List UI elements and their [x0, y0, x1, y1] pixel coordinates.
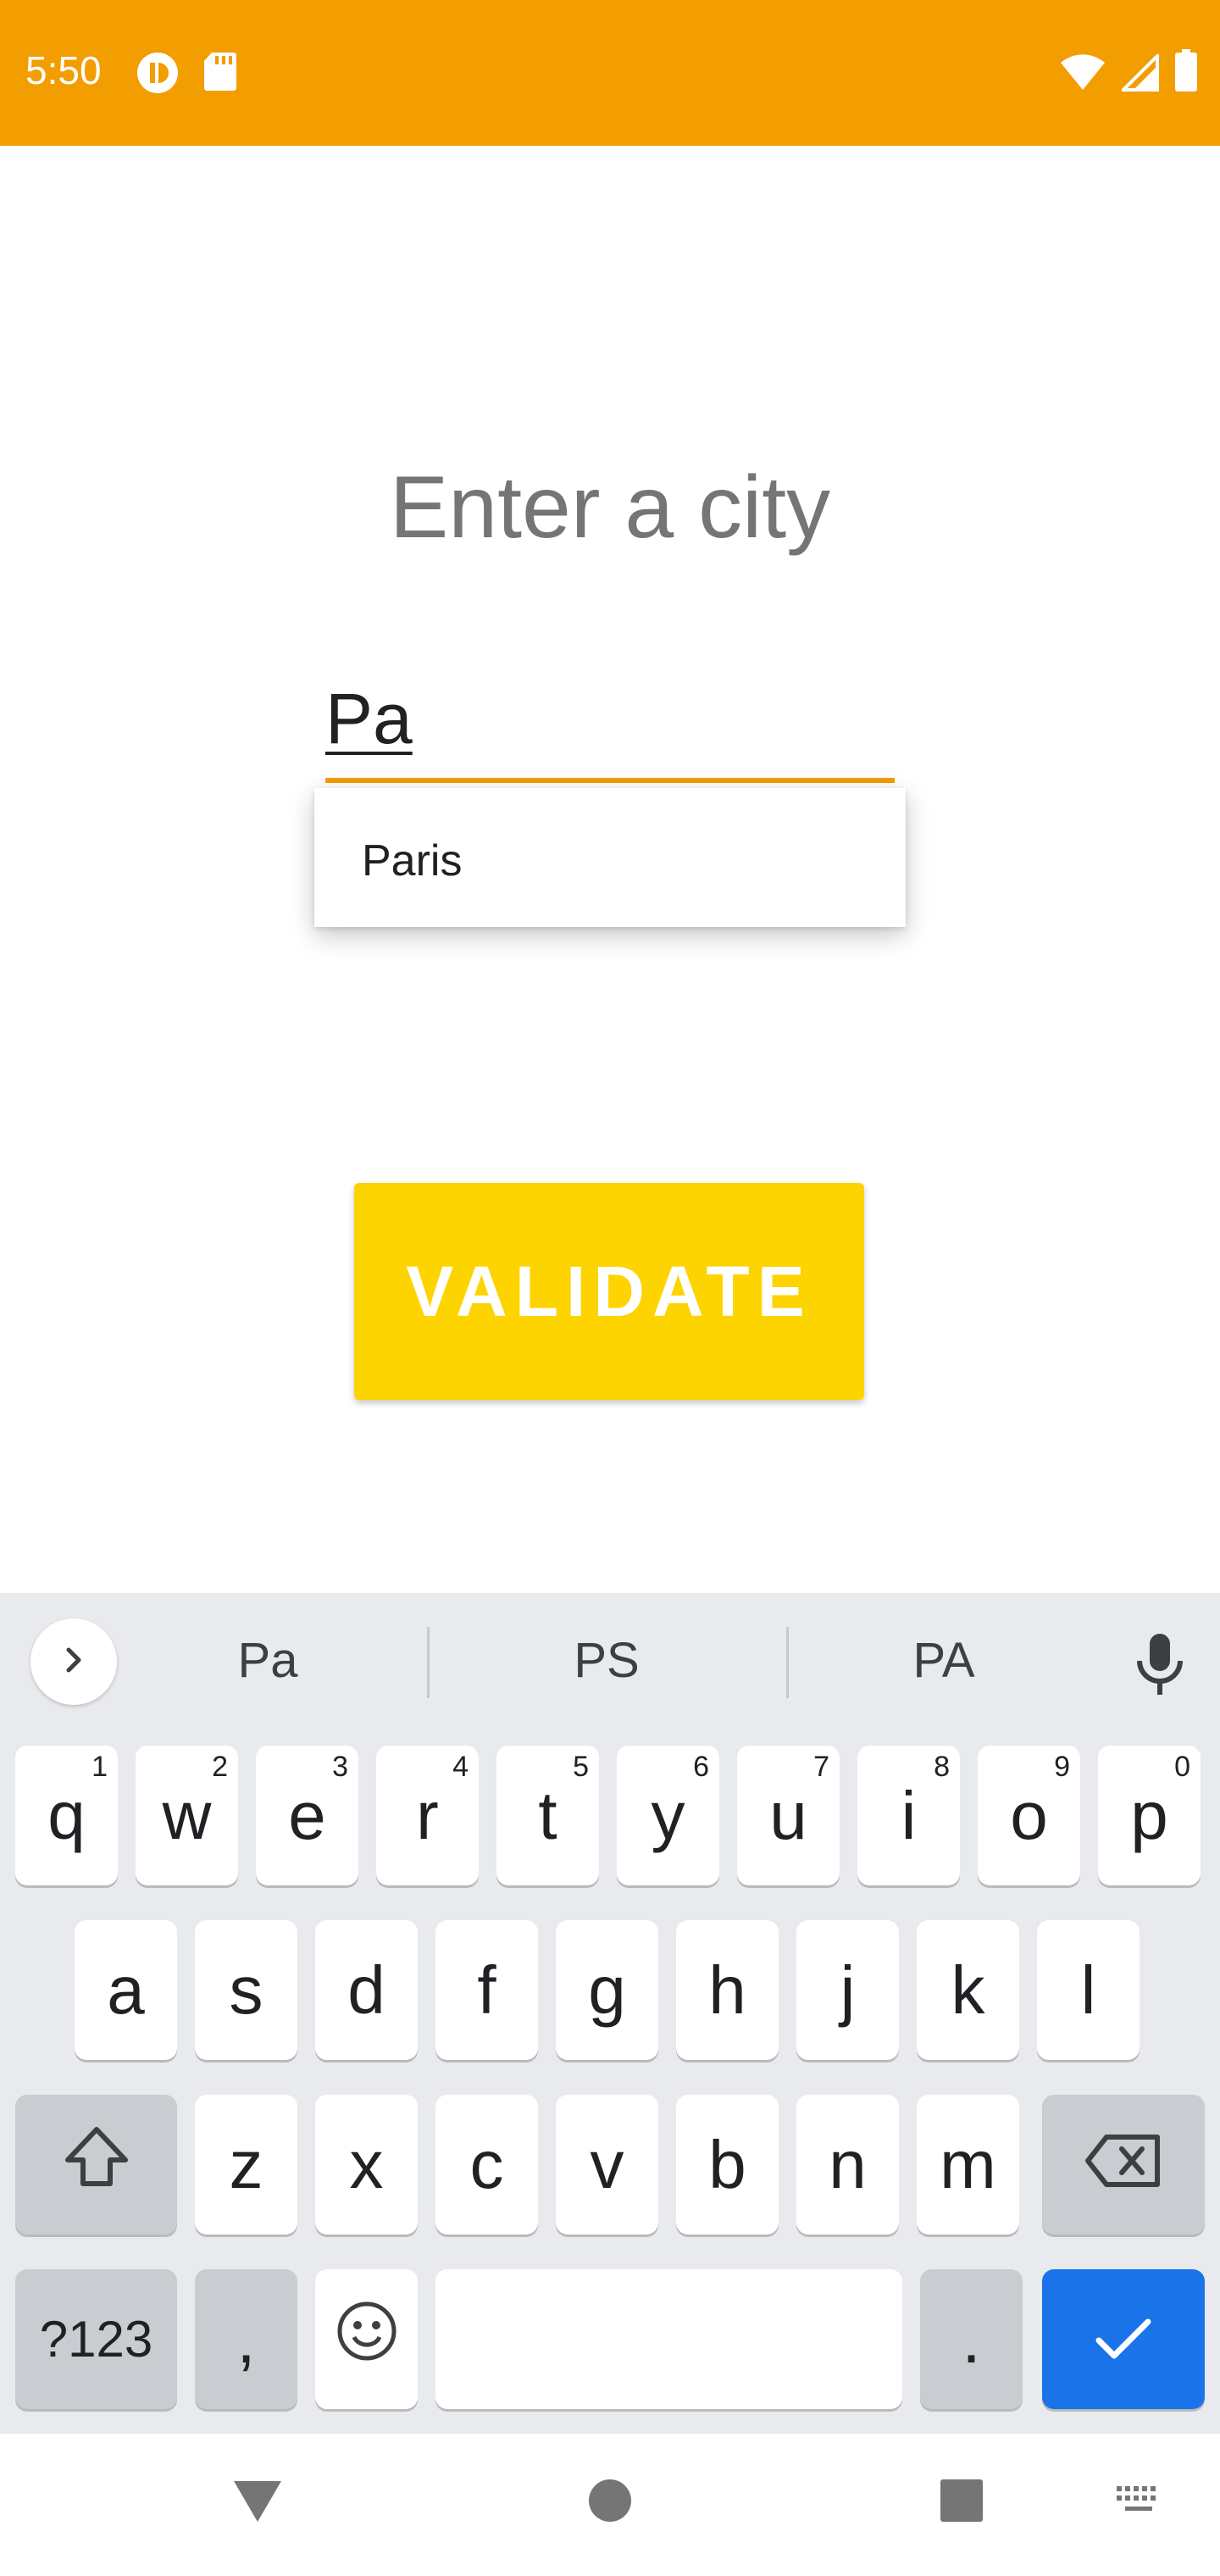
key-u[interactable]: u7 — [737, 1746, 840, 1885]
keyboard-suggestion[interactable]: Pa — [141, 1632, 395, 1689]
key-hint: 3 — [332, 1751, 348, 1783]
period-key[interactable]: . — [920, 2269, 1023, 2409]
key-w[interactable]: w2 — [136, 1746, 238, 1885]
expand-toolbar-button[interactable] — [30, 1618, 117, 1705]
back-icon[interactable] — [230, 2478, 285, 2529]
recents-icon[interactable] — [939, 2478, 984, 2528]
key-hint: 7 — [813, 1751, 829, 1783]
key-label: w — [162, 1777, 212, 1853]
wifi-icon — [1059, 53, 1106, 96]
autocomplete-dropdown: Paris — [314, 788, 906, 927]
key-label: o — [1010, 1777, 1048, 1853]
input-underline — [325, 778, 895, 783]
key-label: u — [769, 1777, 807, 1853]
enter-key[interactable] — [1042, 2269, 1205, 2409]
key-s[interactable]: s — [195, 1920, 297, 2060]
shift-icon — [61, 2124, 132, 2205]
symbols-key[interactable]: ?123 — [15, 2269, 177, 2409]
autocomplete-item[interactable]: Paris — [362, 836, 462, 886]
key-l[interactable]: l — [1037, 1920, 1140, 2060]
backspace-key[interactable] — [1042, 2095, 1205, 2235]
key-t[interactable]: t5 — [496, 1746, 599, 1885]
backspace-icon — [1084, 2126, 1162, 2204]
key-label: y — [651, 1777, 685, 1853]
emoji-icon — [336, 2300, 398, 2379]
key-m[interactable]: m — [917, 2095, 1019, 2235]
key-x[interactable]: x — [315, 2095, 418, 2235]
check-icon — [1094, 2301, 1153, 2379]
key-d[interactable]: d — [315, 1920, 418, 2060]
suggestion-divider — [786, 1627, 789, 1698]
mic-icon[interactable] — [1132, 1632, 1188, 1701]
key-label: q — [47, 1777, 86, 1853]
key-a[interactable]: a — [75, 1920, 177, 2060]
keyboard: Pa PS PA q1 w2 e3 r4 t5 y6 u7 i8 o9 p0 a… — [0, 1593, 1220, 2434]
key-r[interactable]: r4 — [376, 1746, 479, 1885]
key-hint: 2 — [212, 1751, 228, 1783]
suggestion-divider — [427, 1627, 430, 1698]
navigation-bar — [0, 2434, 1220, 2576]
sync-icon — [136, 51, 180, 99]
key-hint: 6 — [693, 1751, 709, 1783]
emoji-key[interactable] — [315, 2269, 418, 2409]
key-i[interactable]: i8 — [857, 1746, 960, 1885]
home-icon[interactable] — [587, 2478, 633, 2528]
comma-key[interactable]: , — [195, 2269, 297, 2409]
key-n[interactable]: n — [796, 2095, 899, 2235]
suggestion-bar: Pa PS PA — [0, 1593, 1220, 1729]
key-z[interactable]: z — [195, 2095, 297, 2235]
keyboard-suggestion[interactable]: PS — [480, 1632, 734, 1689]
key-o[interactable]: o9 — [978, 1746, 1080, 1885]
key-label: i — [901, 1777, 917, 1853]
status-right-icons — [1059, 49, 1198, 96]
sd-card-icon — [203, 51, 237, 99]
key-c[interactable]: c — [435, 2095, 538, 2235]
key-g[interactable]: g — [556, 1920, 658, 2060]
key-hint: 1 — [92, 1751, 108, 1783]
key-e[interactable]: e3 — [256, 1746, 358, 1885]
battery-icon — [1174, 49, 1198, 96]
shift-key[interactable] — [15, 2095, 177, 2235]
validate-button[interactable]: VALIDATE — [354, 1183, 864, 1400]
key-h[interactable]: h — [676, 1920, 779, 2060]
key-hint: 9 — [1054, 1751, 1070, 1783]
key-v[interactable]: v — [556, 2095, 658, 2235]
key-hint: 8 — [934, 1751, 950, 1783]
space-key[interactable] — [435, 2269, 902, 2409]
key-p[interactable]: p0 — [1098, 1746, 1201, 1885]
keyboard-suggestion[interactable]: PA — [817, 1632, 1071, 1689]
key-b[interactable]: b — [676, 2095, 779, 2235]
status-bar: 5:50 — [0, 0, 1220, 146]
signal-icon — [1119, 52, 1159, 96]
key-label: e — [288, 1777, 326, 1853]
key-label: r — [416, 1777, 439, 1853]
key-j[interactable]: j — [796, 1920, 899, 2060]
city-input[interactable]: Pa — [325, 678, 895, 783]
keyboard-icon[interactable] — [1115, 2484, 1162, 2523]
key-label: p — [1130, 1777, 1168, 1853]
key-y[interactable]: y6 — [617, 1746, 719, 1885]
status-time: 5:50 — [25, 48, 102, 92]
status-left-icons — [136, 51, 237, 99]
chevron-right-icon — [57, 1643, 91, 1681]
key-hint: 5 — [573, 1751, 589, 1783]
key-label: t — [538, 1777, 557, 1853]
city-input-value[interactable]: Pa — [325, 678, 413, 760]
key-hint: 0 — [1174, 1751, 1190, 1783]
key-f[interactable]: f — [435, 1920, 538, 2060]
page-title: Enter a city — [389, 458, 831, 557]
key-q[interactable]: q1 — [15, 1746, 118, 1885]
key-k[interactable]: k — [917, 1920, 1019, 2060]
key-hint: 4 — [452, 1751, 469, 1783]
